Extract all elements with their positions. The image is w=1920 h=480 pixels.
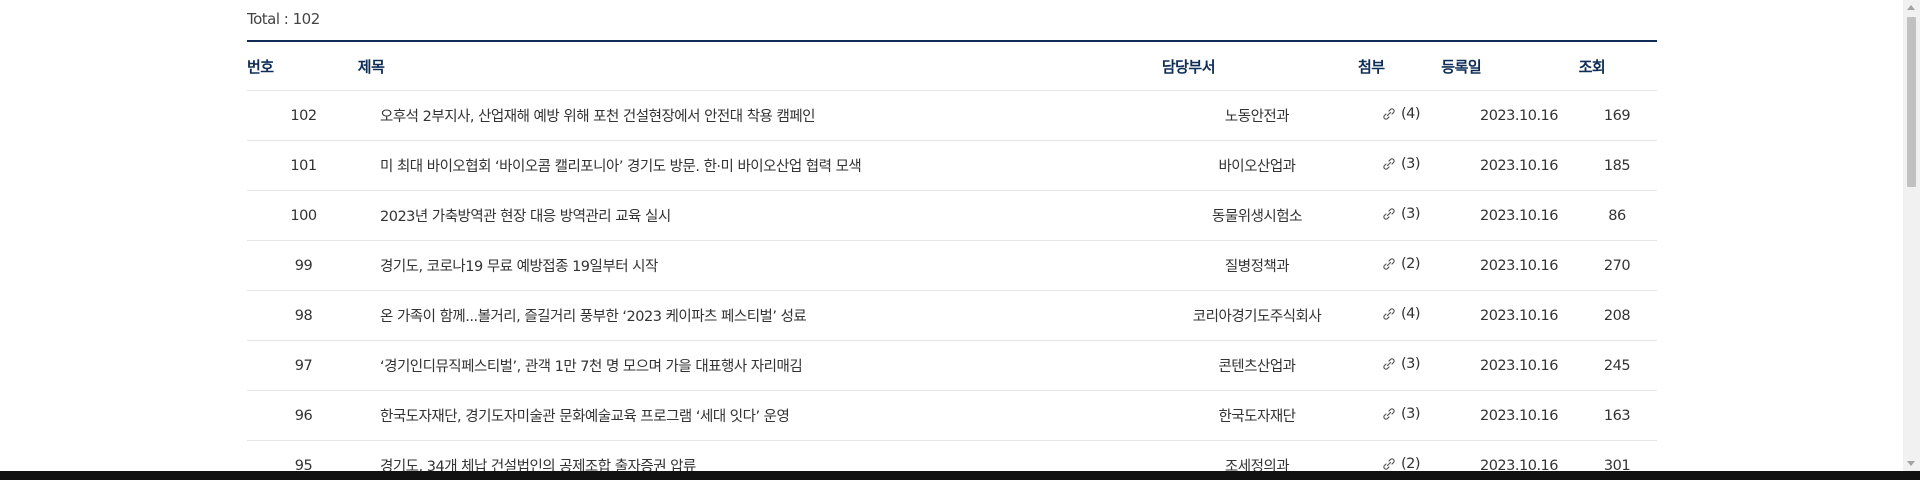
scrollbar-thumb[interactable] <box>1907 17 1916 187</box>
attachment-link[interactable]: (4) <box>1381 105 1421 122</box>
table-row[interactable]: 100 2023년 가축방역관 현장 대응 방역관리 교육 실시 동물위생시험소… <box>247 191 1657 241</box>
post-views: 270 <box>1603 257 1631 274</box>
attachment-link[interactable]: (4) <box>1381 305 1421 322</box>
paperclip-icon <box>1383 157 1395 170</box>
post-views: 163 <box>1603 407 1631 424</box>
post-dept: 코리아경기도주식회사 <box>1192 309 1322 325</box>
board-table: 번호 제목 담당부서 첨부 등록일 조회 102 오후석 2부지사, 산업재해 … <box>247 40 1657 480</box>
paperclip-icon <box>1383 357 1395 370</box>
post-date: 2023.10.16 <box>1479 307 1559 324</box>
total-count: Total : 102 <box>247 10 320 28</box>
post-title-link[interactable]: ‘경기인디뮤직페스티벌’, 관객 1만 7천 명 모으며 가을 대표행사 자리매… <box>380 359 803 375</box>
post-views: 245 <box>1603 357 1631 374</box>
post-date: 2023.10.16 <box>1479 207 1559 224</box>
attachment-count: (3) <box>1400 405 1421 422</box>
post-number: 99 <box>294 257 313 274</box>
scroll-up-arrow-icon[interactable] <box>1907 5 1915 10</box>
attachment-count: (2) <box>1400 455 1421 472</box>
attachment-link[interactable]: (3) <box>1381 405 1421 422</box>
post-number: 102 <box>290 107 317 124</box>
paperclip-icon <box>1383 457 1395 470</box>
attachment-count: (3) <box>1400 205 1421 222</box>
post-title-link[interactable]: 경기도, 코로나19 무료 예방접종 19일부터 시작 <box>380 259 658 275</box>
paperclip-icon <box>1383 107 1395 120</box>
post-dept: 바이오산업과 <box>1218 159 1296 175</box>
post-title-link[interactable]: 오후석 2부지사, 산업재해 예방 위해 포천 건설현장에서 안전대 착용 캠페… <box>380 109 816 125</box>
paperclip-icon <box>1383 257 1395 270</box>
vertical-scrollbar[interactable] <box>1903 0 1920 471</box>
post-title-link[interactable]: 한국도자재단, 경기도자미술관 문화예술교육 프로그램 ‘세대 잇다’ 운영 <box>380 409 790 425</box>
paperclip-icon <box>1383 307 1395 320</box>
attachment-count: (4) <box>1400 105 1421 122</box>
table-row[interactable]: 96 한국도자재단, 경기도자미술관 문화예술교육 프로그램 ‘세대 잇다’ 운… <box>247 391 1657 441</box>
table-row[interactable]: 97 ‘경기인디뮤직페스티벌’, 관객 1만 7천 명 모으며 가을 대표행사 … <box>247 341 1657 391</box>
attachment-link[interactable]: (3) <box>1381 205 1421 222</box>
col-header-views: 조회 <box>1578 57 1606 76</box>
post-number: 97 <box>294 357 313 374</box>
post-views: 208 <box>1603 307 1631 324</box>
post-dept: 동물위생시험소 <box>1212 209 1302 225</box>
table-row[interactable]: 102 오후석 2부지사, 산업재해 예방 위해 포천 건설현장에서 안전대 착… <box>247 91 1657 141</box>
attachment-link[interactable]: (2) <box>1381 455 1421 472</box>
post-title-link[interactable]: 온 가족이 함께...볼거리, 즐길거리 풍부한 ‘2023 케이파츠 페스티벌… <box>380 309 807 325</box>
col-header-date: 등록일 <box>1441 57 1482 76</box>
col-header-dept: 담당부서 <box>1161 57 1216 76</box>
post-title-link[interactable]: 2023년 가축방역관 현장 대응 방역관리 교육 실시 <box>380 209 671 225</box>
table-row[interactable]: 101 미 최대 바이오협회 ‘바이오콤 캘리포니아’ 경기도 방문. 한·미 … <box>247 141 1657 191</box>
post-title-link[interactable]: 미 최대 바이오협회 ‘바이오콤 캘리포니아’ 경기도 방문. 한·미 바이오산… <box>380 159 862 175</box>
col-header-title: 제목 <box>357 57 385 76</box>
post-date: 2023.10.16 <box>1479 157 1559 174</box>
attachment-count: (3) <box>1400 355 1421 372</box>
post-date: 2023.10.16 <box>1479 357 1559 374</box>
post-number: 96 <box>294 407 313 424</box>
attachment-link[interactable]: (3) <box>1381 355 1421 372</box>
post-date: 2023.10.16 <box>1479 407 1559 424</box>
post-views: 86 <box>1608 207 1626 224</box>
bottom-edge-bar <box>0 471 1920 480</box>
post-views: 169 <box>1603 107 1631 124</box>
attachment-link[interactable]: (3) <box>1381 155 1421 172</box>
post-number: 100 <box>290 207 317 224</box>
page: Total : 102 번호 제목 담당부서 첨부 등록일 조회 102 오후석… <box>0 0 1920 480</box>
table-row[interactable]: 98 온 가족이 함께...볼거리, 즐길거리 풍부한 ‘2023 케이파츠 페… <box>247 291 1657 341</box>
post-date: 2023.10.16 <box>1479 257 1559 274</box>
attachment-link[interactable]: (2) <box>1381 255 1421 272</box>
paperclip-icon <box>1383 407 1395 420</box>
post-number: 101 <box>290 157 317 174</box>
post-date: 2023.10.16 <box>1479 107 1559 124</box>
col-header-attach: 첨부 <box>1357 57 1385 76</box>
attachment-count: (3) <box>1400 155 1421 172</box>
post-number: 98 <box>294 307 313 324</box>
post-dept: 노동안전과 <box>1224 109 1290 125</box>
col-header-no: 번호 <box>247 57 274 76</box>
post-views: 185 <box>1603 157 1631 174</box>
table-row[interactable]: 99 경기도, 코로나19 무료 예방접종 19일부터 시작 질병정책과 (2)… <box>247 241 1657 291</box>
attachment-count: (2) <box>1400 255 1421 272</box>
scroll-down-arrow-icon[interactable] <box>1907 461 1915 466</box>
post-dept: 콘텐츠산업과 <box>1218 359 1296 375</box>
post-dept: 질병정책과 <box>1224 259 1290 275</box>
paperclip-icon <box>1383 207 1395 220</box>
post-dept: 한국도자재단 <box>1218 409 1296 425</box>
attachment-count: (4) <box>1400 305 1421 322</box>
table-header: 번호 제목 담당부서 첨부 등록일 조회 <box>247 42 1657 91</box>
